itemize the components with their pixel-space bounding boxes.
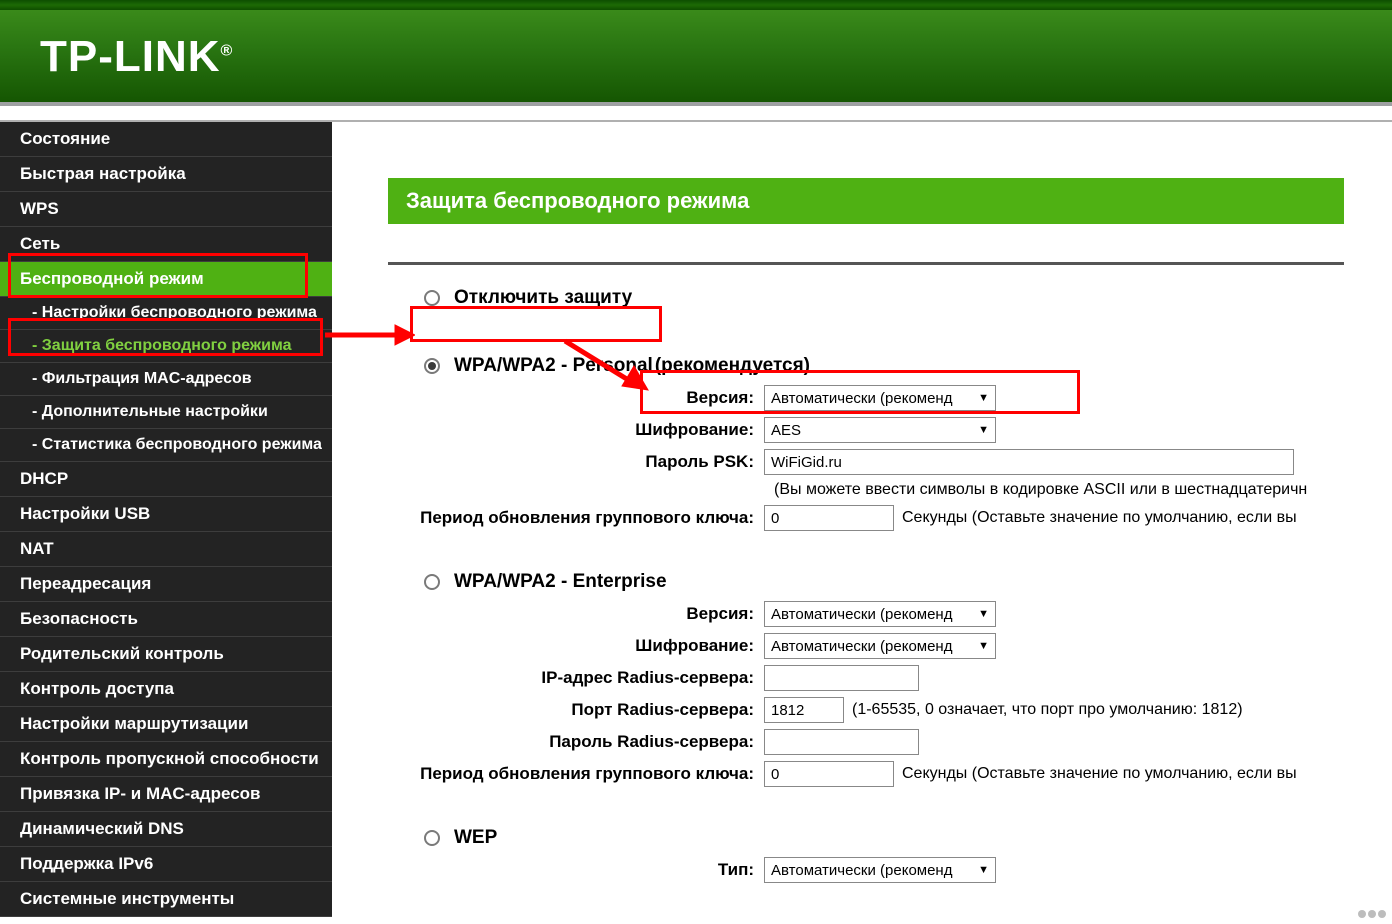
personal-rekey-input[interactable]: 0 bbox=[764, 505, 894, 531]
option-disable-label: Отключить защиту bbox=[454, 287, 632, 309]
ent-radius-port-input[interactable]: 1812 bbox=[764, 697, 844, 723]
ent-radius-port-hint: (1-65535, 0 означает, что порт про умолч… bbox=[852, 701, 1243, 719]
sidebar-item-22[interactable]: Системные инструменты bbox=[0, 882, 332, 917]
personal-rekey-hint: Секунды (Оставьте значение по умолчанию,… bbox=[902, 509, 1297, 527]
ent-radius-ip-label: IP-адрес Radius-сервера: bbox=[388, 668, 764, 688]
header-gap bbox=[0, 106, 1392, 122]
sidebar-item-5[interactable]: - Настройки беспроводного режима bbox=[0, 297, 332, 330]
radio-wpa-enterprise[interactable] bbox=[424, 574, 440, 590]
sidebar-item-18[interactable]: Контроль пропускной способности bbox=[0, 742, 332, 777]
radio-disable[interactable] bbox=[424, 290, 440, 306]
sidebar-item-20[interactable]: Динамический DNS bbox=[0, 812, 332, 847]
wep-type-label: Тип: bbox=[388, 860, 764, 880]
content-area: Защита беспроводного режима Отключить за… bbox=[332, 122, 1392, 917]
security-form: Отключить защиту WPA/WPA2 - Personal (ре… bbox=[388, 265, 1344, 883]
sidebar-item-1[interactable]: Быстрая настройка bbox=[0, 157, 332, 192]
sidebar-item-16[interactable]: Контроль доступа bbox=[0, 672, 332, 707]
sidebar-item-9[interactable]: - Статистика беспроводного режима bbox=[0, 429, 332, 462]
wep-type-select[interactable]: Автоматически (рекоменд ▼ bbox=[764, 857, 996, 883]
ent-radius-pw-input[interactable] bbox=[764, 729, 919, 755]
personal-psk-label: Пароль PSK: bbox=[388, 452, 764, 472]
ent-rekey-hint: Секунды (Оставьте значение по умолчанию,… bbox=[902, 765, 1297, 783]
ent-radius-ip-input[interactable] bbox=[764, 665, 919, 691]
personal-enc-label: Шифрование: bbox=[388, 420, 764, 440]
sidebar-item-8[interactable]: - Дополнительные настройки bbox=[0, 396, 332, 429]
sidebar-item-19[interactable]: Привязка IP- и MAC-адресов bbox=[0, 777, 332, 812]
personal-version-select[interactable]: Автоматически (рекоменд ▼ bbox=[764, 385, 996, 411]
ent-version-select[interactable]: Автоматически (рекоменд ▼ bbox=[764, 601, 996, 627]
option-wep-label: WEP bbox=[454, 827, 497, 849]
personal-psk-input[interactable]: WiFiGid.ru bbox=[764, 449, 1294, 475]
option-wpa-enterprise[interactable]: WPA/WPA2 - Enterprise bbox=[424, 571, 1344, 593]
personal-version-label: Версия: bbox=[388, 388, 764, 408]
option-wpa-enterprise-label: WPA/WPA2 - Enterprise bbox=[454, 571, 667, 593]
page-title: Защита беспроводного режима bbox=[388, 178, 1344, 224]
caret-icon: ▼ bbox=[978, 392, 989, 404]
option-wpa-personal-label: WPA/WPA2 - Personal bbox=[454, 355, 653, 377]
brand-logo: TP-LINK® bbox=[40, 32, 233, 82]
sidebar-item-11[interactable]: Настройки USB bbox=[0, 497, 332, 532]
caret-icon: ▼ bbox=[978, 608, 989, 620]
personal-rekey-label: Период обновления группового ключа: bbox=[388, 508, 764, 528]
caret-icon: ▼ bbox=[978, 864, 989, 876]
header: TP-LINK® bbox=[0, 10, 1392, 106]
ent-radius-pw-label: Пароль Radius-сервера: bbox=[388, 732, 764, 752]
ent-rekey-input[interactable]: 0 bbox=[764, 761, 894, 787]
sidebar: СостояниеБыстрая настройкаWPSСетьБеспров… bbox=[0, 122, 332, 917]
ent-version-label: Версия: bbox=[388, 604, 764, 624]
radio-wpa-personal[interactable] bbox=[424, 358, 440, 374]
caret-icon: ▼ bbox=[978, 640, 989, 652]
header-top-stripe bbox=[0, 0, 1392, 10]
option-wep[interactable]: WEP bbox=[424, 827, 1344, 849]
sidebar-item-17[interactable]: Настройки маршрутизации bbox=[0, 707, 332, 742]
dots-icon bbox=[1358, 910, 1386, 918]
sidebar-item-12[interactable]: NAT bbox=[0, 532, 332, 567]
personal-enc-select[interactable]: AES ▼ bbox=[764, 417, 996, 443]
option-disable[interactable]: Отключить защиту bbox=[424, 287, 1344, 309]
option-wpa-personal-hint: (рекомендуется) bbox=[655, 355, 810, 377]
option-wpa-personal[interactable]: WPA/WPA2 - Personal (рекомендуется) bbox=[424, 355, 1344, 377]
ent-enc-select[interactable]: Автоматически (рекоменд ▼ bbox=[764, 633, 996, 659]
sidebar-item-13[interactable]: Переадресация bbox=[0, 567, 332, 602]
sidebar-item-4[interactable]: Беспроводной режим bbox=[0, 262, 332, 297]
radio-wep[interactable] bbox=[424, 830, 440, 846]
ent-enc-label: Шифрование: bbox=[388, 636, 764, 656]
ent-radius-port-label: Порт Radius-сервера: bbox=[388, 700, 764, 720]
sidebar-item-2[interactable]: WPS bbox=[0, 192, 332, 227]
sidebar-item-21[interactable]: Поддержка IPv6 bbox=[0, 847, 332, 882]
caret-icon: ▼ bbox=[978, 424, 989, 436]
sidebar-item-0[interactable]: Состояние bbox=[0, 122, 332, 157]
sidebar-item-10[interactable]: DHCP bbox=[0, 462, 332, 497]
sidebar-item-15[interactable]: Родительский контроль bbox=[0, 637, 332, 672]
sidebar-item-6[interactable]: - Защита беспроводного режима bbox=[0, 330, 332, 363]
ent-rekey-label: Период обновления группового ключа: bbox=[388, 764, 764, 784]
personal-psk-hint: (Вы можете ввести символы в кодировке AS… bbox=[774, 481, 1344, 499]
sidebar-item-7[interactable]: - Фильтрация MAC-адресов bbox=[0, 363, 332, 396]
sidebar-item-14[interactable]: Безопасность bbox=[0, 602, 332, 637]
sidebar-item-3[interactable]: Сеть bbox=[0, 227, 332, 262]
